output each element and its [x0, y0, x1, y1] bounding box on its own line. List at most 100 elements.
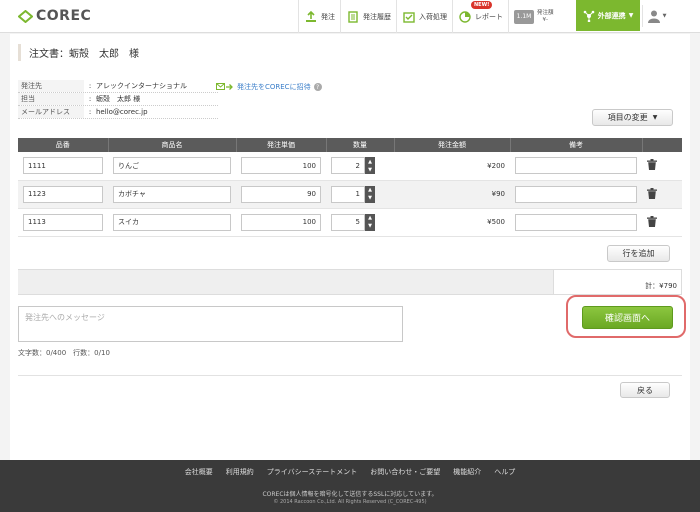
price-input[interactable]: 100: [241, 157, 321, 175]
footer-links: 会社概要 利用規約 プライバシーステートメント お問い合わせ・ご要望 機能紹介 …: [0, 467, 700, 477]
char-counter: 文字数：0/400 行数：0/10: [18, 349, 110, 357]
col-action: [642, 138, 682, 152]
rank-text: 発注額 ¥-: [537, 10, 554, 24]
footer-link-contact[interactable]: お問い合わせ・ご要望: [370, 467, 440, 477]
trash-icon[interactable]: [647, 215, 657, 227]
logo-text: COREC: [36, 8, 92, 24]
price-input[interactable]: 100: [241, 213, 321, 231]
code-input[interactable]: 1113: [23, 213, 103, 231]
info-key: メールアドレス: [18, 106, 84, 118]
col-qty: 数量: [326, 138, 395, 152]
info-row: 担当: 蛎殻 太郎 様: [18, 93, 218, 106]
external-link-menu[interactable]: 外部連携 ▼: [576, 0, 640, 31]
mail-arrow-icon: [216, 83, 233, 90]
quantity-stepper: 2 ▲ ▼: [331, 157, 389, 175]
main-panel: 注文書：蛎殻 太郎 様 発注先: アレックインターナショナル 担当: 蛎殻 太郎…: [10, 34, 690, 460]
quantity-input[interactable]: 5: [331, 213, 365, 231]
external-link-label: 外部連携: [597, 11, 626, 20]
user-icon: [647, 10, 660, 23]
invite-link[interactable]: 発注先をCORECに招待 ?: [216, 82, 322, 92]
info-colon: :: [88, 95, 92, 103]
footer: 会社概要 利用規約 プライバシーステートメント お問い合わせ・ご要望 機能紹介 …: [0, 460, 700, 512]
spinner-icon[interactable]: ▲ ▼: [365, 185, 375, 203]
amount-value: ¥500: [394, 208, 510, 237]
rank-line2: ¥-: [542, 16, 548, 23]
footer-link-company[interactable]: 会社概要: [185, 467, 213, 477]
info-row: 発注先: アレックインターナショナル: [18, 80, 218, 93]
product-name-input[interactable]: カボチャ: [113, 185, 231, 203]
nav-report[interactable]: NEW! レポート: [452, 0, 508, 33]
col-note: 備考: [510, 138, 643, 152]
info-key: 発注先: [18, 80, 84, 92]
footer-link-features[interactable]: 機能紹介: [453, 467, 481, 477]
price-input[interactable]: 90: [241, 185, 321, 203]
caret-down-icon: ▼: [652, 114, 658, 121]
table-row: 1113 スイカ 100 5 ▲ ▼ ¥500: [18, 208, 682, 237]
col-code: 品番: [18, 138, 109, 152]
scrollbar[interactable]: [690, 34, 700, 460]
col-name: 商品名: [108, 138, 237, 152]
change-items-button[interactable]: 項目の変更 ▼: [592, 109, 673, 126]
info-colon: :: [88, 82, 92, 90]
footer-link-terms[interactable]: 利用規約: [226, 467, 254, 477]
info-colon: :: [88, 108, 92, 116]
history-icon: [348, 10, 358, 23]
order-rank: 1.1M 発注額 ¥-: [508, 0, 559, 33]
back-button[interactable]: 戻る: [620, 382, 670, 398]
quantity-stepper: 1 ▲ ▼: [331, 185, 389, 203]
quantity-input[interactable]: 1: [331, 185, 365, 203]
spinner-icon[interactable]: ▲ ▼: [365, 213, 375, 231]
info-row: メールアドレス: hello@corec.jp: [18, 106, 218, 119]
corec-logo[interactable]: COREC: [18, 8, 91, 24]
total-amount: 計：¥790: [553, 269, 682, 295]
divider: [18, 375, 682, 376]
ssl-note: CORECは個人情報を暗号化して送信するSSLに対応しています。: [262, 491, 438, 498]
change-items-label: 項目の変更: [607, 113, 648, 122]
help-icon[interactable]: ?: [313, 83, 322, 91]
corec-logo-icon: [18, 9, 33, 23]
rank-line1: 発注額: [537, 9, 554, 16]
main-nav: 発注 発注履歴 入荷処理 NEW! レポート 1.1M 発注額 ¥-: [298, 0, 559, 33]
footer-link-privacy[interactable]: プライバシーステートメント: [267, 467, 358, 477]
network-icon: [583, 10, 594, 22]
note-input[interactable]: [515, 185, 637, 203]
rank-box: 1.1M: [514, 9, 534, 24]
supplier-info: 発注先: アレックインターナショナル 担当: 蛎殻 太郎 様 メールアドレス: …: [18, 80, 218, 119]
note-input[interactable]: [515, 157, 637, 175]
note-input[interactable]: [515, 213, 637, 231]
nav-receive[interactable]: 入荷処理: [396, 0, 452, 33]
footer-link-help[interactable]: ヘルプ: [494, 467, 515, 477]
nav-order[interactable]: 発注: [298, 0, 340, 33]
code-input[interactable]: 1111: [23, 157, 103, 175]
page-title: 注文書：蛎殻 太郎 様: [18, 44, 139, 61]
report-icon: [459, 10, 471, 23]
product-name-input[interactable]: りんご: [113, 157, 231, 175]
info-key: 担当: [18, 93, 84, 105]
new-badge: NEW!: [471, 1, 493, 9]
nav-report-label: レポート: [475, 12, 503, 21]
user-menu[interactable]: ▼: [642, 5, 670, 27]
col-price: 発注単価: [236, 138, 327, 152]
quantity-input[interactable]: 2: [331, 157, 365, 175]
col-amount: 発注金額: [394, 138, 511, 152]
trash-icon[interactable]: [647, 187, 657, 199]
top-header: COREC 発注 発注履歴 入荷処理 NEW! レポート 1.1M 発注額 ¥-: [0, 0, 700, 33]
caret-down-icon: ▼: [628, 12, 634, 19]
copyright: © 2014 Raccoon Co.,Ltd. All Rights Reser…: [273, 499, 427, 505]
order-table: 品番 商品名 発注単価 数量 発注金額 備考 1111 りんご 100 2 ▲ ▼ …: [18, 138, 682, 237]
add-row-button[interactable]: 行を追加: [607, 245, 670, 262]
info-value: hello@corec.jp: [96, 108, 148, 116]
code-input[interactable]: 1123: [23, 185, 103, 203]
table-row: 1123 カボチャ 90 1 ▲ ▼ ¥90: [18, 180, 682, 209]
trash-icon[interactable]: [647, 159, 657, 171]
confirm-button[interactable]: 確認画面へ: [582, 306, 673, 329]
info-value: アレックインターナショナル: [96, 82, 187, 90]
message-textarea[interactable]: 発注先へのメッセージ: [18, 306, 403, 342]
nav-history[interactable]: 発注履歴: [340, 0, 396, 33]
product-name-input[interactable]: スイカ: [113, 213, 231, 231]
quantity-stepper: 5 ▲ ▼: [331, 213, 389, 231]
table-row: 1111 りんご 100 2 ▲ ▼ ¥200: [18, 152, 682, 181]
amount-value: ¥200: [394, 152, 510, 181]
order-icon: [306, 10, 316, 22]
spinner-icon[interactable]: ▲ ▼: [365, 157, 375, 175]
